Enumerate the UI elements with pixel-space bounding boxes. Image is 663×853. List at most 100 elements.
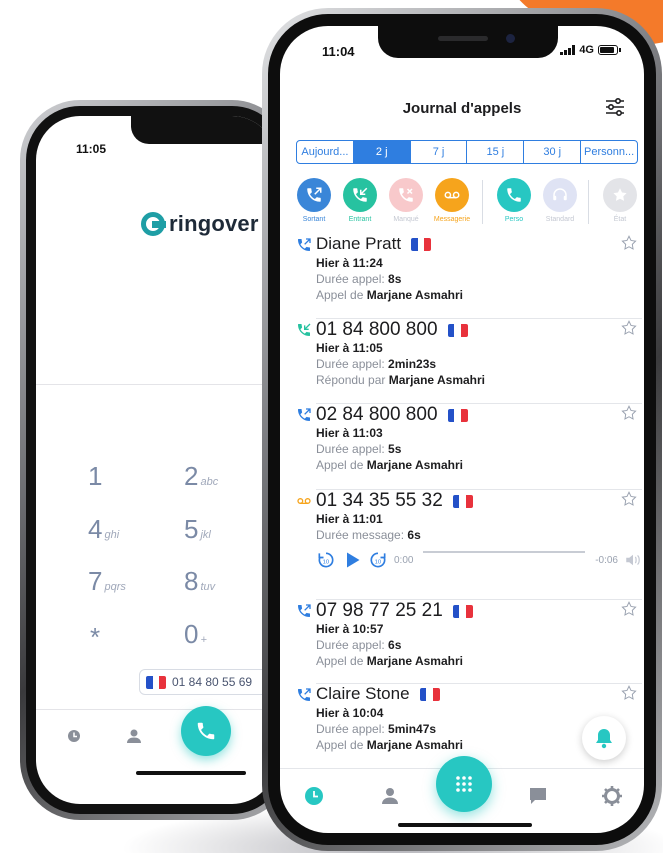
clock-icon[interactable] bbox=[302, 784, 326, 808]
france-flag-icon bbox=[452, 494, 473, 508]
call-row[interactable]: 07 98 77 25 21 Hier à 10:57 Durée appel: 6… bbox=[296, 600, 642, 684]
dial-key-letters: abc bbox=[200, 476, 219, 488]
dial-key-4[interactable]: 4 ghi bbox=[88, 514, 119, 545]
call-agent-label: Appel de bbox=[316, 458, 367, 472]
call-duration: Durée appel: 5min47s bbox=[316, 722, 436, 736]
headset-icon bbox=[553, 188, 567, 201]
dial-key-2[interactable]: 2 abc bbox=[184, 461, 218, 492]
battery-icon bbox=[598, 45, 621, 55]
voicemail-icon bbox=[444, 191, 460, 199]
contact-name: 02 84 800 800 bbox=[316, 404, 468, 426]
segment-0[interactable]: Aujourd... bbox=[297, 141, 354, 163]
favorite-star-icon[interactable] bbox=[620, 684, 638, 702]
favorite-star-icon[interactable] bbox=[620, 600, 638, 618]
contact-name-text: 01 34 35 55 32 bbox=[316, 490, 443, 511]
filter-chip-missed-call[interactable]: Manqué bbox=[384, 178, 428, 223]
player-seekbar[interactable] bbox=[423, 551, 586, 553]
france-flag-icon bbox=[447, 408, 468, 422]
filter-chip-label: Messagerie bbox=[433, 216, 471, 223]
play-icon[interactable] bbox=[342, 550, 362, 570]
segment-1[interactable]: 2 j bbox=[353, 141, 411, 163]
notifications-button[interactable] bbox=[582, 716, 626, 760]
dial-key-star[interactable]: * bbox=[90, 622, 100, 653]
front-phone-notch bbox=[378, 26, 558, 58]
filter-chip-star[interactable]: État bbox=[598, 178, 642, 223]
segment-3[interactable]: 15 j bbox=[467, 141, 525, 163]
player-elapsed: 0:00 bbox=[394, 554, 414, 566]
network-label: 4G bbox=[579, 44, 594, 56]
dial-key-digit: 2 bbox=[184, 461, 199, 491]
dial-key-7[interactable]: 7 pqrs bbox=[88, 566, 126, 597]
filter-chip-incoming-call[interactable]: Entrant bbox=[338, 178, 382, 223]
call-button[interactable] bbox=[181, 706, 231, 756]
contact-name: 07 98 77 25 21 bbox=[316, 600, 473, 622]
gear-icon[interactable] bbox=[600, 784, 624, 808]
favorite-star-icon[interactable] bbox=[620, 234, 638, 252]
outgoing-call-icon bbox=[298, 408, 311, 421]
home-indicator bbox=[136, 771, 246, 775]
divider bbox=[36, 384, 276, 385]
call-type-filters: Sortant Entrant Manqué Messagerie Perso Stand… bbox=[292, 178, 642, 232]
back-phone-bezel: 11:05 ringover 1 2 abc 4 ghi 5 jkl 7 pqrs 8t… bbox=[26, 106, 286, 814]
favorite-star-icon[interactable] bbox=[620, 490, 638, 508]
phone-icon bbox=[197, 722, 215, 740]
dial-key-5[interactable]: 5 jkl bbox=[184, 514, 211, 545]
volume-icon[interactable] bbox=[624, 551, 642, 569]
dial-key-0[interactable]: 0 + bbox=[184, 619, 207, 650]
call-row[interactable]: 02 84 800 800 Hier à 11:03 Durée appel: 5s… bbox=[296, 404, 642, 490]
call-duration: Durée message: 6s bbox=[316, 528, 421, 542]
call-duration-label: Durée appel: bbox=[316, 722, 389, 736]
filter-chip-outgoing-call[interactable]: Sortant bbox=[292, 178, 336, 223]
dial-key-1[interactable]: 1 bbox=[88, 461, 104, 492]
france-flag-icon bbox=[146, 675, 166, 689]
incoming-call-icon bbox=[353, 187, 368, 202]
contact-name-text: Diane Pratt bbox=[316, 234, 402, 253]
speaker-grille bbox=[438, 36, 488, 41]
rewind-icon[interactable]: 10 bbox=[316, 550, 336, 570]
dial-key-letters: tuv bbox=[200, 581, 216, 593]
segment-2[interactable]: 7 j bbox=[411, 141, 468, 163]
call-duration: Durée appel: 5s bbox=[316, 442, 401, 456]
filter-chip-headset[interactable]: Standard bbox=[538, 178, 582, 223]
outgoing-call-icon bbox=[298, 688, 311, 701]
battery-fill bbox=[600, 47, 614, 53]
incoming-call-icon bbox=[298, 323, 311, 336]
filter-chip-circle bbox=[389, 178, 423, 212]
front-phone-screen: 11:04 4G Journal d'appels Aujourd... 2 j7… bbox=[280, 26, 644, 833]
filter-chip-voicemail[interactable]: Messagerie bbox=[430, 178, 474, 223]
call-agent-label: Répondu par bbox=[316, 373, 389, 387]
call-agent-label: Appel de bbox=[316, 288, 367, 302]
dial-key-digit: 4 bbox=[88, 514, 103, 544]
forward-icon[interactable]: 10 bbox=[368, 550, 388, 570]
segment-4[interactable]: 30 j bbox=[524, 141, 582, 163]
call-row[interactable]: 01 34 35 55 32 Hier à 11:01 Durée message:… bbox=[296, 490, 642, 600]
chat-icon[interactable] bbox=[526, 784, 550, 808]
page-title: Journal d'appels bbox=[402, 100, 522, 117]
contact-name-text: Claire Stone bbox=[316, 684, 410, 703]
filter-chip-label: Manqué bbox=[393, 216, 419, 223]
call-agent-name: Marjane Asmahri bbox=[366, 458, 463, 472]
filter-chip-label: État bbox=[613, 216, 627, 223]
segment-5[interactable]: Personn... bbox=[581, 141, 637, 163]
favorite-star-icon[interactable] bbox=[620, 404, 638, 422]
france-flag-icon bbox=[452, 604, 473, 618]
chip-divider bbox=[588, 180, 589, 224]
person-icon[interactable] bbox=[124, 726, 144, 746]
dial-key-8[interactable]: 8 tuv bbox=[184, 566, 215, 597]
caller-id-number: 01 84 80 55 69 bbox=[172, 675, 253, 689]
call-row[interactable]: 01 84 800 800 Hier à 11:05 Durée appel: 2m… bbox=[296, 319, 642, 404]
tab-bar-divider bbox=[36, 709, 276, 710]
person-icon[interactable] bbox=[378, 784, 402, 808]
front-phone: 11:04 4G Journal d'appels Aujourd... 2 j7… bbox=[262, 8, 662, 851]
filter-settings-icon[interactable] bbox=[604, 96, 626, 118]
favorite-star-icon[interactable] bbox=[620, 319, 638, 337]
call-agent-name: Marjane Asmahri bbox=[366, 654, 463, 668]
keypad-button[interactable] bbox=[436, 756, 492, 812]
clock-icon[interactable] bbox=[64, 726, 84, 746]
filter-chip-phone[interactable]: Perso bbox=[492, 178, 536, 223]
status-indicators: 4G bbox=[560, 44, 621, 56]
call-agent-name: Marjane Asmahri bbox=[388, 373, 485, 387]
caller-id-selector[interactable]: 01 84 80 55 69 bbox=[139, 669, 276, 695]
call-row[interactable]: Diane Pratt Hier à 11:24 Durée appel: 8s Ap… bbox=[296, 234, 642, 319]
france-flag-icon bbox=[411, 237, 432, 251]
